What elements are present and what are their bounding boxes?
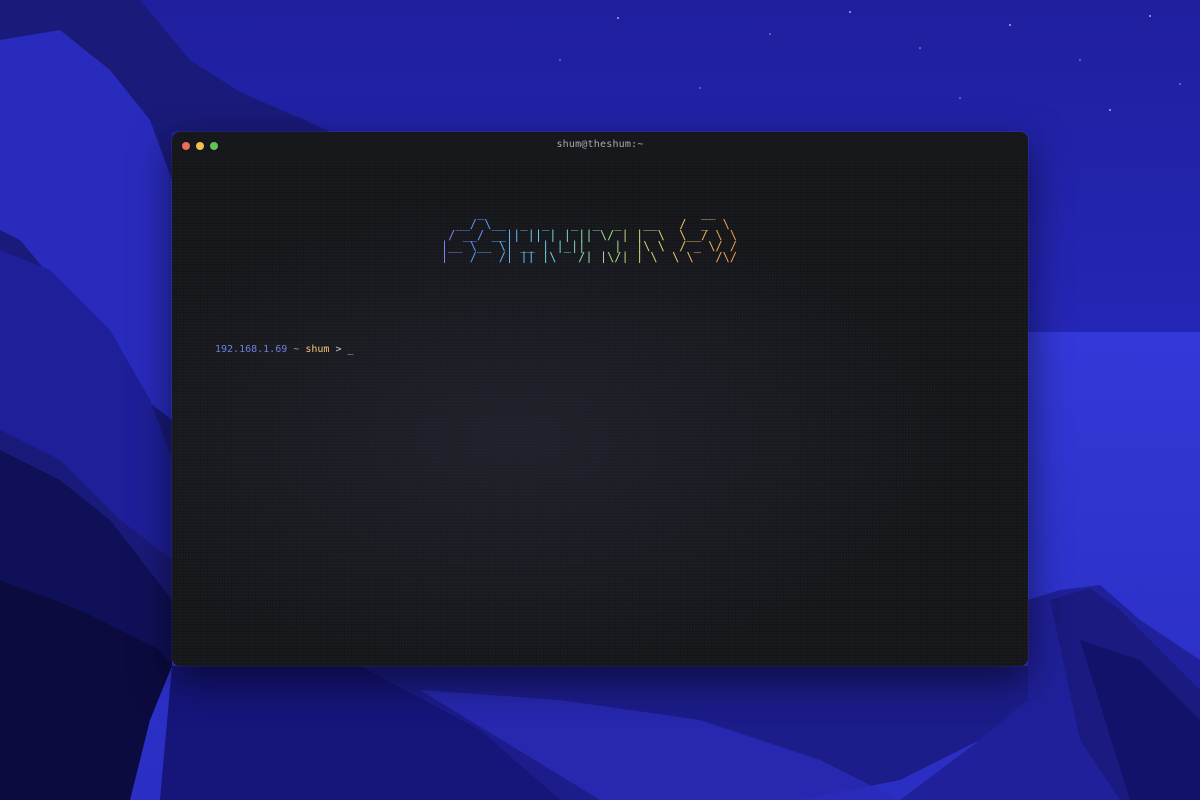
- text-cursor: _: [347, 344, 354, 355]
- prompt-user: shum: [305, 344, 330, 355]
- ascii-banner: _ __ __/ \__ _ _ _ _ _ __ / _ \ / __/ __…: [412, 207, 744, 263]
- prompt-symbol: >: [335, 344, 342, 355]
- terminal-window[interactable]: shum@theshum:~ _ __ __/ \__ _ _ _ _ _ __…: [172, 132, 1028, 666]
- window-title: shum@theshum:~: [556, 139, 644, 150]
- prompt-ip: 192.168.1.69: [215, 344, 288, 355]
- terminal-body[interactable]: _ __ __/ \__ _ _ _ _ _ __ / _ \ / __/ __…: [172, 160, 1028, 666]
- shell-prompt[interactable]: 192.168.1.69 ~ shum > _: [215, 344, 354, 355]
- prompt-path: ~: [293, 344, 300, 355]
- desktop: shum@theshum:~ _ __ __/ \__ _ _ _ _ _ __…: [0, 0, 1200, 800]
- title-bar[interactable]: shum@theshum:~: [172, 132, 1028, 160]
